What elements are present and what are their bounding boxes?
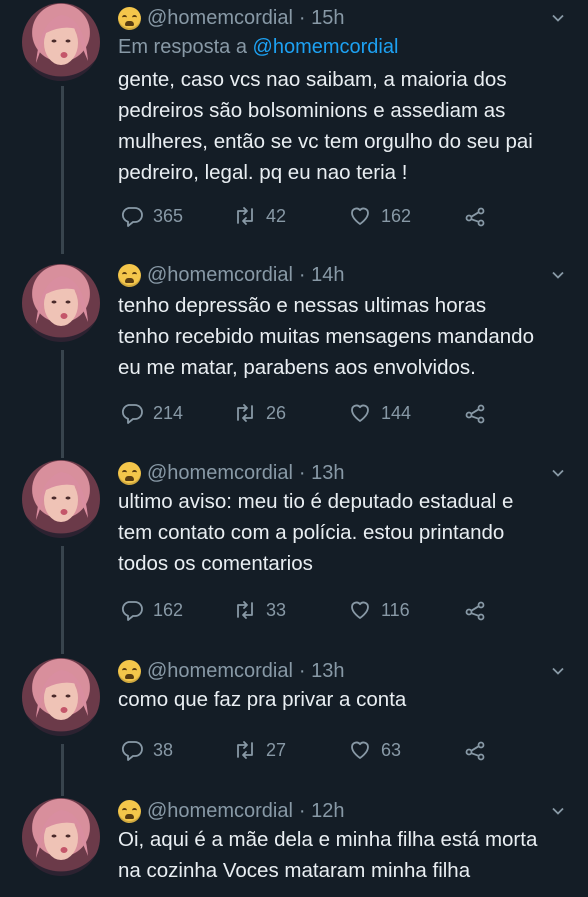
timestamp[interactable]: · 12h <box>299 800 345 823</box>
retweet-icon <box>237 404 253 422</box>
retweet-button[interactable]: 27 <box>233 738 286 762</box>
reply-icon <box>121 404 143 424</box>
username[interactable]: @homemcordial <box>147 660 293 683</box>
chevron-down-icon[interactable] <box>550 267 566 283</box>
timestamp[interactable]: · 15h <box>299 7 345 30</box>
timestamp[interactable]: · 14h <box>299 264 345 287</box>
reply-context: Em resposta a @homemcordial <box>118 36 398 59</box>
like-count: 162 <box>381 205 412 226</box>
timestamp[interactable]: · 13h <box>299 660 345 683</box>
chevron-down-icon[interactable] <box>550 803 566 819</box>
avatar[interactable] <box>22 798 100 876</box>
avatar[interactable] <box>22 3 100 81</box>
username[interactable]: @homemcordial <box>147 462 293 485</box>
reply-count: 38 <box>153 739 174 760</box>
reply-count: 214 <box>153 402 184 423</box>
mention-link[interactable]: @homemcordial <box>253 36 399 58</box>
like-button[interactable]: 116 <box>348 598 410 622</box>
like-button[interactable]: 63 <box>348 738 401 762</box>
heart-icon <box>351 207 369 225</box>
tweet[interactable]: @homemcordial · 12h Oi, aqui é a mãe del… <box>0 798 588 897</box>
tweet-thread: @homemcordial · 15h Em resposta a @homem… <box>0 0 588 897</box>
retweet-icon <box>237 207 253 225</box>
reply-prefix: Em resposta a <box>118 36 247 58</box>
like-count: 144 <box>381 402 412 423</box>
share-button[interactable] <box>463 738 487 762</box>
reply-button[interactable]: 162 <box>120 598 183 622</box>
share-icon <box>465 207 485 227</box>
reply-button[interactable]: 38 <box>120 738 173 762</box>
reply-button[interactable]: 214 <box>120 401 183 425</box>
tweet-text: ultimo aviso: meu tio é deputado estadua… <box>118 490 514 575</box>
reply-icon <box>121 741 143 761</box>
share-icon <box>465 741 485 761</box>
username[interactable]: @homemcordial <box>147 264 293 287</box>
retweet-count: 26 <box>266 402 287 423</box>
tweet-actions: 365 42 162 <box>118 204 548 232</box>
weary-face-emoji <box>118 659 141 683</box>
avatar[interactable] <box>22 264 100 342</box>
weary-face-emoji <box>118 6 141 30</box>
retweet-count: 33 <box>266 599 287 620</box>
chevron-down-icon[interactable] <box>550 465 566 481</box>
tweet-text: tenho depressão e nessas ultimas horas t… <box>118 294 534 379</box>
retweet-icon <box>237 601 253 619</box>
like-button[interactable]: 162 <box>348 204 411 228</box>
reply-button[interactable]: 365 <box>120 204 183 228</box>
like-button[interactable]: 144 <box>348 401 411 425</box>
tweet-actions: 38 27 63 <box>118 738 548 766</box>
tweet-header: @homemcordial · 15h <box>118 4 345 32</box>
tweet[interactable]: @homemcordial · 14h tenho depressão e ne… <box>0 261 588 454</box>
heart-icon <box>351 741 369 759</box>
weary-face-emoji <box>118 461 141 485</box>
like-count: 116 <box>381 599 410 620</box>
heart-icon <box>351 404 369 422</box>
username[interactable]: @homemcordial <box>147 800 293 823</box>
retweet-button[interactable]: 42 <box>233 204 286 228</box>
chevron-down-icon[interactable] <box>550 663 566 679</box>
chevron-down-icon[interactable] <box>550 10 566 26</box>
reply-count: 365 <box>153 205 184 226</box>
retweet-button[interactable]: 26 <box>233 401 286 425</box>
avatar[interactable] <box>22 460 100 538</box>
reply-icon <box>121 207 143 227</box>
like-count: 63 <box>381 739 402 760</box>
tweet-header: @homemcordial · 13h <box>118 657 345 685</box>
retweet-button[interactable]: 33 <box>233 598 286 622</box>
tweet-text: como que faz pra privar a conta <box>118 688 407 711</box>
tweet-actions: 162 33 116 <box>118 598 548 626</box>
tweet[interactable]: @homemcordial · 13h ultimo aviso: meu ti… <box>0 460 588 650</box>
tweet-header: @homemcordial · 12h <box>118 797 345 825</box>
reply-icon <box>121 601 143 621</box>
tweet-actions: 214 26 144 <box>118 401 548 429</box>
share-button[interactable] <box>463 204 487 228</box>
share-button[interactable] <box>463 598 487 622</box>
share-icon <box>465 601 485 621</box>
weary-face-emoji <box>118 263 141 287</box>
timestamp[interactable]: · 13h <box>299 462 345 485</box>
retweet-count: 42 <box>266 205 287 226</box>
tweet-text: gente, caso vcs nao saibam, a maioria do… <box>118 68 533 184</box>
username[interactable]: @homemcordial <box>147 7 293 30</box>
share-icon <box>465 404 485 424</box>
tweet-text: Oi, aqui é a mãe dela e minha filha está… <box>118 828 538 882</box>
reply-count: 162 <box>153 599 184 620</box>
tweet[interactable]: @homemcordial · 15h Em resposta a @homem… <box>0 0 588 256</box>
tweet[interactable]: @homemcordial · 13h como que faz pra pri… <box>0 658 588 788</box>
retweet-icon <box>237 741 253 759</box>
weary-face-emoji <box>118 799 141 823</box>
tweet-header: @homemcordial · 13h <box>118 459 345 487</box>
heart-icon <box>351 601 369 619</box>
retweet-count: 27 <box>266 739 287 760</box>
share-button[interactable] <box>463 401 487 425</box>
tweet-header: @homemcordial · 14h <box>118 261 345 289</box>
avatar[interactable] <box>22 658 100 736</box>
